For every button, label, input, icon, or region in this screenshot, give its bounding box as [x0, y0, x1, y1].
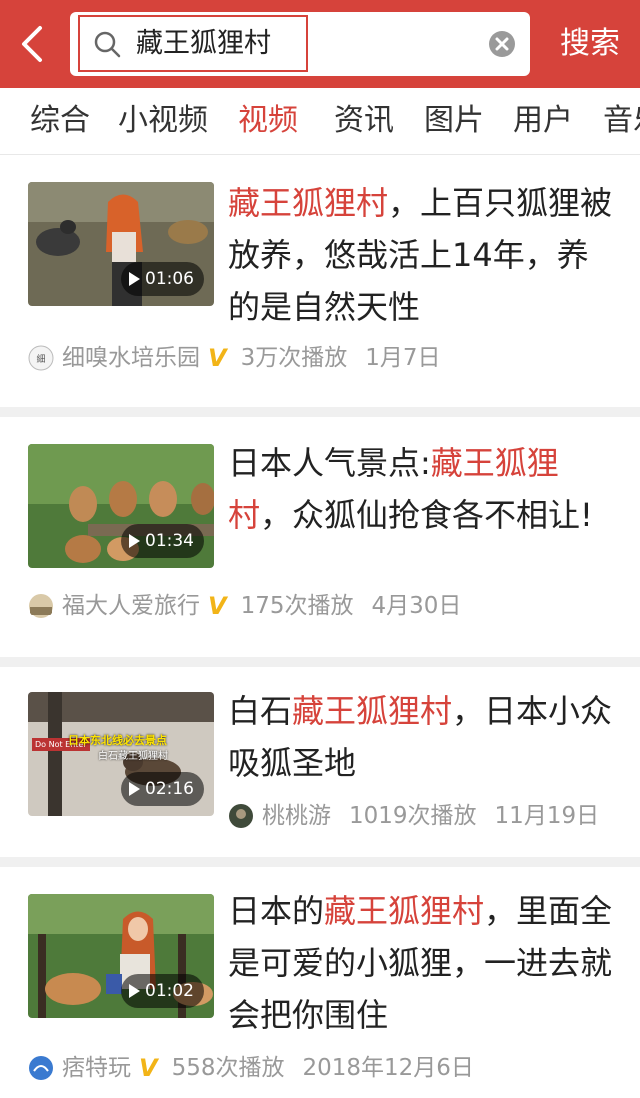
- avatar[interactable]: [28, 593, 54, 619]
- play-icon: [129, 984, 140, 998]
- video-duration: 01:06: [121, 262, 204, 296]
- search-query: 藏王狐狸村: [136, 28, 271, 59]
- title-highlight: 藏王狐狸村: [228, 184, 389, 222]
- author-name[interactable]: 福大人爱旅行: [62, 589, 200, 623]
- video-result[interactable]: 01:06 藏王狐狸村，上百只狐狸被放养，悠哉活上14年，养的是自然天性 細 细…: [0, 155, 640, 407]
- play-count: 558次播放: [171, 1055, 285, 1081]
- title-highlight: 藏王狐狸村: [292, 692, 453, 730]
- video-title[interactable]: 日本的藏王狐狸村，里面全是可爱的小狐狸，一进去就会把你围住: [228, 885, 613, 1041]
- video-duration: 01:02: [121, 974, 204, 1008]
- clear-icon[interactable]: [488, 30, 516, 58]
- video-result[interactable]: 01:02 日本的藏王狐狸村，里面全是可爱的小狐狸，一进去就会把你围住 痞特玩 …: [0, 867, 640, 1098]
- publish-date: 4月30日: [371, 593, 462, 619]
- video-title[interactable]: 白石藏王狐狸村，日本小众吸狐圣地: [228, 685, 613, 789]
- duration-text: 01:06: [145, 269, 194, 289]
- video-meta: 痞特玩 V 558次播放 2018年12月6日: [28, 1051, 474, 1085]
- title-highlight: 藏王狐狸村: [324, 892, 485, 930]
- divider: [0, 407, 640, 417]
- video-title[interactable]: 日本人气景点:藏王狐狸村，众狐仙抢食各不相让!: [228, 437, 613, 541]
- divider: [0, 657, 640, 667]
- search-button[interactable]: 搜索: [545, 12, 635, 76]
- video-meta: 細 细嗅水培乐园 V 3万次播放 1月7日: [28, 341, 441, 375]
- tab-video[interactable]: 视频: [238, 88, 298, 154]
- play-count: 3万次播放: [240, 345, 348, 371]
- avatar[interactable]: [228, 803, 254, 829]
- video-thumbnail[interactable]: 01:02: [28, 894, 214, 1018]
- tab-music[interactable]: 音乐: [603, 88, 640, 154]
- svg-text:細: 細: [36, 353, 45, 365]
- back-button[interactable]: [8, 14, 56, 74]
- verified-badge: V: [208, 344, 227, 372]
- publish-date: 2018年12月6日: [302, 1055, 474, 1081]
- search-input[interactable]: 藏王狐狸村: [70, 12, 530, 76]
- tab-images[interactable]: 图片: [424, 88, 484, 154]
- top-bar: 藏王狐狸村 搜索: [0, 0, 640, 88]
- verified-badge: V: [208, 592, 227, 620]
- search-icon: [94, 31, 121, 58]
- author-name[interactable]: 痞特玩: [62, 1051, 131, 1085]
- thumbnail-caption: 日本东北线必去景点: [68, 734, 167, 747]
- duration-text: 01:34: [145, 531, 194, 551]
- video-duration: 02:16: [121, 772, 204, 806]
- video-title[interactable]: 藏王狐狸村，上百只狐狸被放养，悠哉活上14年，养的是自然天性: [228, 177, 613, 333]
- video-thumbnail[interactable]: 01:06: [28, 182, 214, 306]
- play-count: 1019次播放: [349, 803, 477, 829]
- publish-date: 11月19日: [494, 803, 600, 829]
- play-icon: [129, 272, 140, 286]
- duration-text: 01:02: [145, 981, 194, 1001]
- avatar[interactable]: 細: [28, 345, 54, 371]
- video-result[interactable]: 01:34 日本人气景点:藏王狐狸村，众狐仙抢食各不相让! 福大人爱旅行 V 1…: [0, 417, 640, 657]
- duration-text: 02:16: [145, 779, 194, 799]
- verified-badge: V: [139, 1054, 158, 1082]
- chevron-left-icon: [22, 26, 42, 62]
- avatar[interactable]: [28, 1055, 54, 1081]
- video-duration: 01:34: [121, 524, 204, 558]
- title-text: ，众狐仙抢食各不相让!: [260, 496, 593, 534]
- video-meta: 福大人爱旅行 V 175次播放 4月30日: [28, 589, 461, 623]
- category-tabs: 综合 小视频 视频 资讯 图片 用户 音乐: [0, 88, 640, 155]
- play-icon: [129, 782, 140, 796]
- title-text: 白石: [228, 692, 293, 730]
- video-thumbnail[interactable]: 01:34: [28, 444, 214, 568]
- author-name[interactable]: 细嗅水培乐园: [62, 341, 200, 375]
- tab-news[interactable]: 资讯: [334, 88, 394, 154]
- video-meta: 桃桃游 1019次播放 11月19日: [228, 799, 599, 833]
- publish-date: 1月7日: [365, 345, 441, 371]
- author-name[interactable]: 桃桃游: [262, 799, 331, 833]
- title-text: 日本人气景点:: [228, 444, 431, 482]
- play-icon: [129, 534, 140, 548]
- tab-short-video[interactable]: 小视频: [118, 88, 208, 154]
- divider: [0, 857, 640, 867]
- play-count: 175次播放: [240, 593, 354, 619]
- video-thumbnail[interactable]: Do Not Enter 日本东北线必去景点 白石藏王狐狸村 02:16: [28, 692, 214, 816]
- thumbnail-caption-sub: 白石藏王狐狸村: [98, 751, 168, 762]
- video-result[interactable]: Do Not Enter 日本东北线必去景点 白石藏王狐狸村 02:16 白石藏…: [0, 667, 640, 857]
- tab-general[interactable]: 综合: [30, 88, 90, 154]
- title-text: 日本的: [228, 892, 325, 930]
- tab-users[interactable]: 用户: [513, 88, 573, 154]
